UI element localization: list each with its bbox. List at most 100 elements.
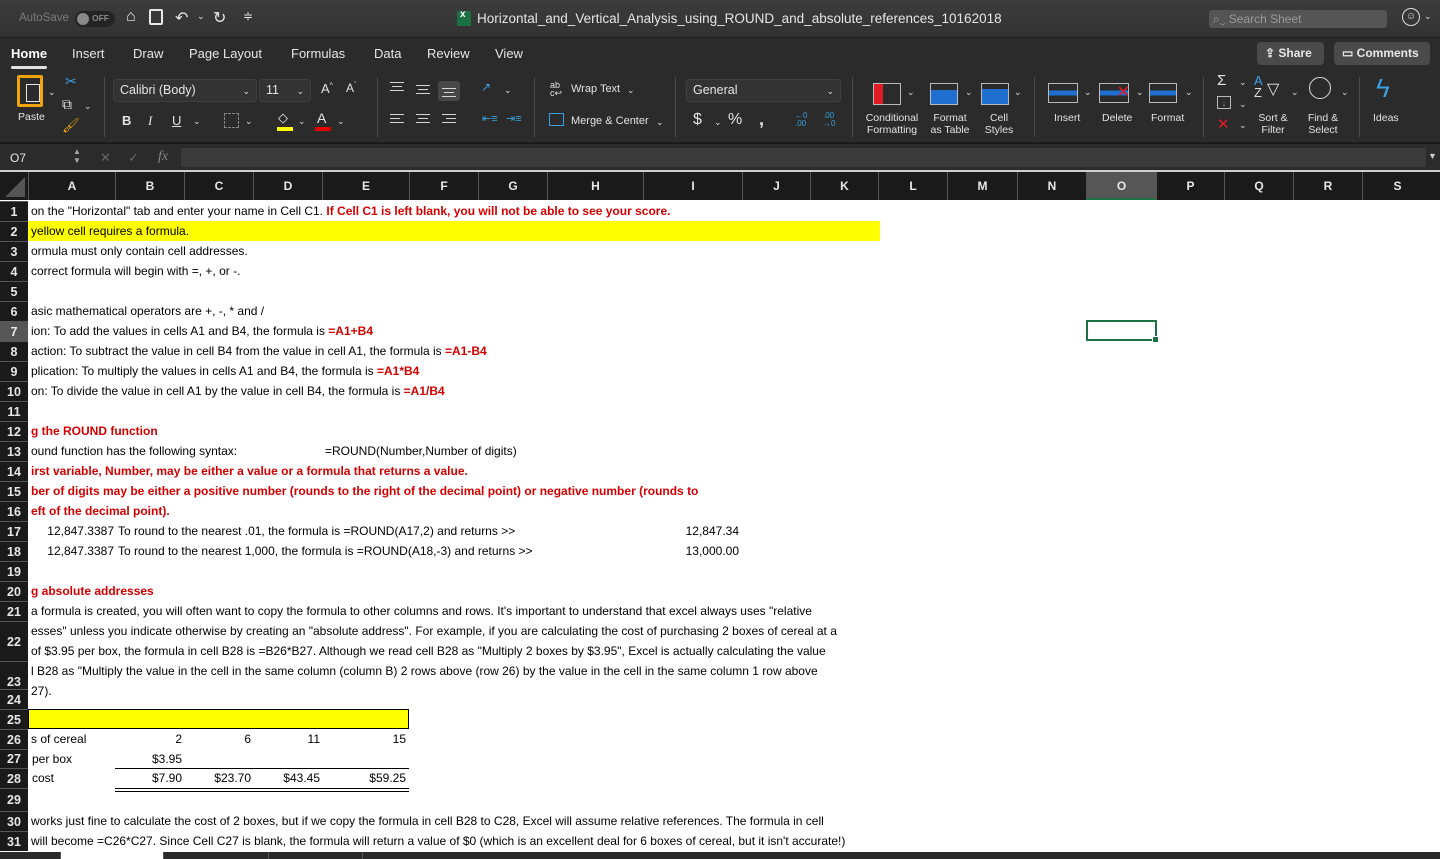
name-box[interactable]: O7 [0,148,84,168]
column-header-b[interactable]: B [115,172,184,200]
row-header-17[interactable]: 17 [0,521,28,541]
fill-icon[interactable]: ↓ [1217,96,1231,109]
increase-decimal-icon[interactable]: ←0.00 [795,112,807,128]
cell-a6[interactable]: asic mathematical operators are +, -, * … [31,301,264,321]
column-header-p[interactable]: P [1156,172,1224,200]
tab-review[interactable]: Review [427,46,470,61]
copy-dropdown-icon[interactable]: ⌄ [84,101,92,112]
row-header-4[interactable]: 4 [0,261,28,281]
align-center-icon[interactable] [416,114,430,126]
cell-b18[interactable]: To round to the nearest 1,000, the formu… [118,541,533,561]
undo-icon[interactable]: ↶ [175,8,188,28]
cell-a27[interactable]: per box [32,749,72,769]
cell-a13[interactable]: ound function has the following syntax: [31,441,237,461]
paste-icon[interactable] [17,75,43,107]
percent-icon[interactable]: % [728,111,742,129]
borders-dropdown-icon[interactable]: ⌄ [245,116,253,127]
cell-e28[interactable]: $59.25 [322,768,406,788]
borders-icon[interactable] [224,113,239,128]
cell-a10[interactable]: on: To divide the value in cell A1 by th… [31,381,445,401]
clear-icon[interactable]: ✕ [1217,115,1230,133]
column-header-k[interactable]: K [810,172,878,200]
row-header-8[interactable]: 8 [0,341,28,361]
formula-input[interactable] [181,148,1426,167]
sheet-tab[interactable] [268,852,362,859]
redo-icon[interactable]: ↻ [213,8,226,28]
row-header-3[interactable]: 3 [0,241,28,261]
increase-font-size-icon[interactable]: A^ [321,81,333,96]
row-header-6[interactable]: 6 [0,301,28,321]
add-sheet-button[interactable] [362,852,399,859]
orientation-dropdown-icon[interactable]: ⌄ [504,85,512,96]
cell-b26[interactable]: 2 [115,729,182,749]
comments-button[interactable]: ▭ Comments [1334,42,1430,65]
cell-i18[interactable]: 13,000.00 [643,541,739,561]
column-header-c[interactable]: C [184,172,253,200]
cell-a16[interactable]: eft of the decimal point). [31,501,170,521]
ideas-button[interactable]: Ideas [1373,112,1399,124]
row-header-1[interactable]: 1 [0,201,28,221]
row-header-21[interactable]: 21 [0,601,28,621]
column-header-g[interactable]: G [478,172,547,200]
tab-draw[interactable]: Draw [133,46,163,61]
chevron-down-icon[interactable]: ⌄ [1239,99,1247,110]
chevron-down-icon[interactable]: ⌄ [1239,77,1247,88]
comma-style-icon[interactable]: , [759,109,764,130]
row-header-10[interactable]: 10 [0,381,28,401]
row-header-12[interactable]: 12 [0,421,28,441]
column-header-h[interactable]: H [547,172,643,200]
italic-icon[interactable]: I [148,113,152,129]
row-header-24[interactable]: 24 [0,689,28,709]
cell-styles-icon[interactable] [981,83,1009,105]
sort-filter-icon[interactable]: AZ [1254,74,1263,99]
cell-b17[interactable]: To round to the nearest .01, the formula… [118,521,515,541]
name-box-stepper-icon[interactable]: ▲ ▼ [73,147,81,165]
column-header-m[interactable]: M [947,172,1017,200]
find-select-button[interactable]: Find & Select [1304,112,1342,136]
undo-dropdown-icon[interactable]: ⌄ [197,11,205,22]
sheet-tab[interactable] [60,852,163,859]
column-header-i[interactable]: I [643,172,742,200]
fill-color-dropdown-icon[interactable]: ⌄ [298,116,306,127]
align-left-icon[interactable] [390,114,404,126]
delete-cells-icon[interactable]: ✕ [1099,83,1130,103]
cell-a30[interactable]: works just fine to calculate the cost of… [31,811,824,831]
cell-a7[interactable]: ion: To add the values in cells A1 and B… [31,321,373,341]
insert-cells-button[interactable]: Insert [1054,112,1080,124]
font-color-icon[interactable]: A [317,110,326,126]
tab-view[interactable]: View [495,46,523,61]
chevron-down-icon[interactable]: ⌄ [1239,120,1247,131]
cell-a28[interactable]: cost [32,768,54,788]
feedback-smiley-icon[interactable]: ☺ [1402,8,1420,26]
align-right-icon[interactable] [442,114,456,126]
cell-a23-line2[interactable]: 27). [31,681,52,701]
bold-icon[interactable]: B [122,113,131,128]
row-header-16[interactable]: 16 [0,501,28,521]
cell-a26[interactable]: s of cereal [31,729,86,749]
chevron-down-icon[interactable]: ⌄ [1014,87,1022,98]
chevron-down-icon[interactable]: ⌄ [965,87,973,98]
row-header-29[interactable]: 29 [0,788,28,811]
underline-dropdown-icon[interactable]: ⌄ [193,116,201,127]
increase-indent-icon[interactable]: ⇥≡ [506,112,522,125]
cell-a21[interactable]: a formula is created, you will often wan… [31,601,812,621]
tab-home[interactable]: Home [11,46,48,69]
autosave-toggle[interactable]: OFF [75,11,115,27]
column-header-j[interactable]: J [742,172,810,200]
row-header-26[interactable]: 26 [0,729,28,749]
sort-filter-button[interactable]: Sort & Filter [1255,112,1291,136]
tab-formulas[interactable]: Formulas [291,46,345,61]
align-middle-icon[interactable] [416,85,430,97]
cell-b28[interactable]: $7.90 [115,768,182,788]
row-header-9[interactable]: 9 [0,361,28,381]
column-header-s[interactable]: S [1362,172,1432,200]
wrap-text-icon[interactable]: ab c↩ [550,81,562,98]
wrap-text-button[interactable]: Wrap Text [571,83,620,95]
underline-icon[interactable]: U [172,113,181,128]
cell-d28[interactable]: $43.45 [253,768,320,788]
format-as-table-button[interactable]: Format as Table [924,112,976,136]
cell-e26[interactable]: 15 [322,729,406,749]
align-top-icon[interactable] [390,82,404,94]
chevron-down-icon[interactable]: ⌄ [1291,87,1299,98]
cancel-icon[interactable]: ✕ [100,150,111,166]
